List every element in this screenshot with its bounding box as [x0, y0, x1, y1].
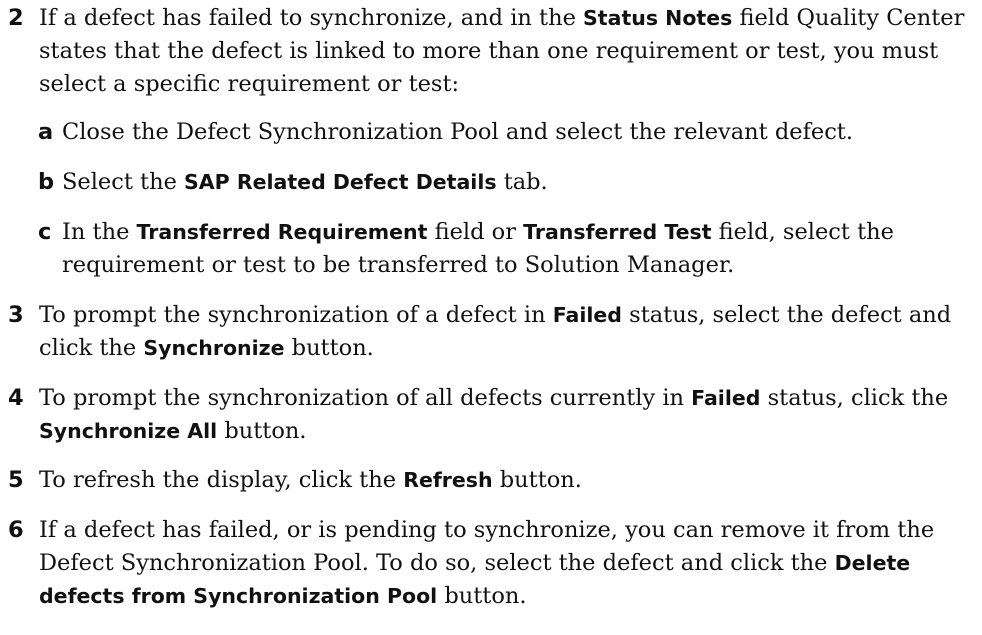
step-5: 5 To refresh the display, click the Refr… [0, 464, 982, 497]
field-name-transferred-test: Transferred Test [523, 220, 712, 244]
button-name-refresh: Refresh [403, 468, 493, 492]
step-number: 4 [8, 385, 24, 411]
field-name-status-notes: Status Notes [583, 6, 733, 30]
step-2: 2 If a defect has failed to synchronize,… [0, 2, 982, 101]
step-4: 4 To prompt the synchronization of all d… [0, 382, 982, 448]
step-6: 6 If a defect has failed, or is pending … [0, 514, 982, 613]
step-text: To prompt the synchronization of a defec… [39, 302, 952, 361]
status-name-failed: Failed [691, 386, 761, 410]
substep-letter: b [38, 169, 55, 195]
substep-letter: a [38, 119, 54, 145]
step-3: 3 To prompt the synchronization of a def… [0, 299, 982, 365]
step-text: To prompt the synchronization of all def… [39, 385, 949, 444]
substep-c: c In the Transferred Requirement field o… [0, 216, 982, 282]
substep-a: a Close the Defect Synchronization Pool … [0, 116, 982, 149]
step-number: 5 [8, 467, 24, 493]
step-text: If a defect has failed to synchronize, a… [39, 5, 965, 97]
step-number: 6 [8, 517, 24, 543]
step-number: 3 [8, 302, 24, 328]
substep-letter: c [38, 219, 52, 245]
substep-text: In the Transferred Requirement field or … [62, 219, 894, 278]
tab-name-sap-related-defect-details: SAP Related Defect Details [184, 170, 497, 194]
step-text: To refresh the display, click the Refres… [39, 467, 582, 493]
step-number: 2 [8, 5, 24, 31]
button-name-synchronize: Synchronize [143, 336, 285, 360]
substep-text: Close the Defect Synchronization Pool an… [62, 119, 854, 145]
substep-text: Select the SAP Related Defect Details ta… [62, 169, 548, 195]
field-name-transferred-requirement: Transferred Requirement [136, 220, 428, 244]
step-text: If a defect has failed, or is pending to… [39, 517, 935, 609]
status-name-failed: Failed [552, 303, 622, 327]
substep-b: b Select the SAP Related Defect Details … [0, 166, 982, 199]
button-name-synchronize-all: Synchronize All [39, 419, 218, 443]
